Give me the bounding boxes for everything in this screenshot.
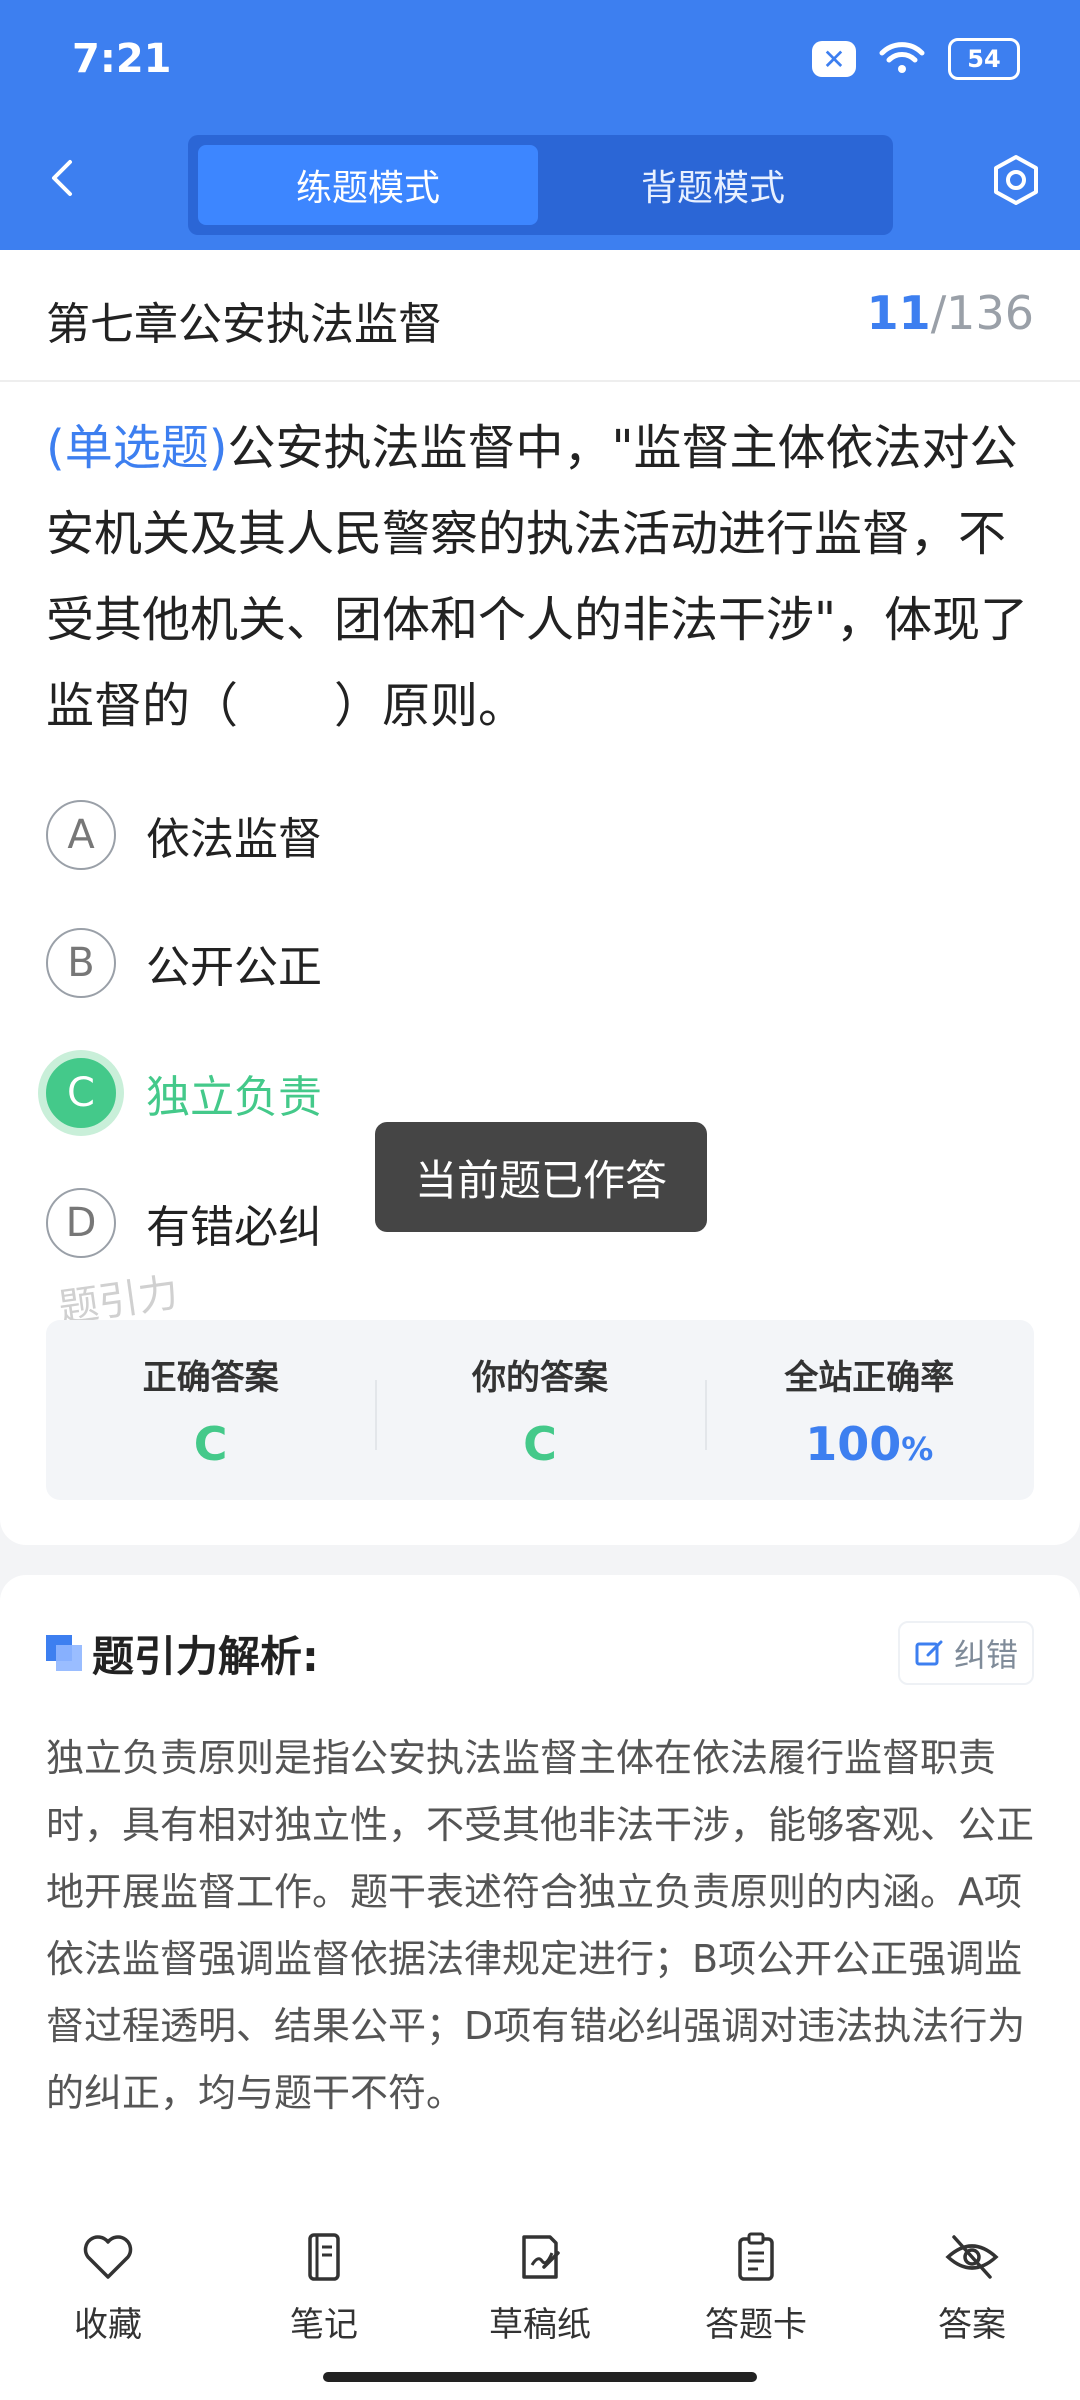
toast-message: 当前题已作答 (375, 1122, 707, 1232)
notebook-icon (308, 2233, 340, 2281)
total-questions: /136 (930, 286, 1034, 340)
option-d[interactable]: D 有错必纠 (46, 1188, 322, 1258)
notes-button[interactable]: 笔记 (216, 2195, 432, 2400)
battery-icon: 54 (948, 38, 1020, 80)
analysis-text: 独立负责原则是指公安执法监督主体在依法履行监督职责时，具有相对独立性，不受其他非… (46, 1736, 1035, 2115)
tab-memorize-mode[interactable]: 背题模式 (543, 145, 883, 225)
tab-practice-mode[interactable]: 练题模式 (198, 145, 538, 225)
draft-icon (522, 2235, 560, 2279)
question-progress: 11/136 (867, 286, 1034, 340)
toolbar-label: 草稿纸 (489, 2305, 591, 2345)
edit-icon (915, 1640, 943, 1666)
toolbar-label: 笔记 (290, 2305, 358, 2345)
stat-value: C (193, 1417, 228, 1471)
scratch-paper-button[interactable]: 草稿纸 (432, 2195, 648, 2400)
answer-stats: 正确答案 C 你的答案 C 全站正确率 100% (46, 1320, 1034, 1500)
option-text: 独立负责 (146, 1072, 322, 1123)
back-icon[interactable] (44, 158, 84, 198)
rate-number: 100 (805, 1417, 902, 1471)
bottom-toolbar: 收藏 笔记 草稿纸 答题卡 答案 (0, 2195, 1080, 2400)
stat-value: C (523, 1417, 557, 1471)
option-text: 有错必纠 (146, 1202, 322, 1253)
divider (0, 380, 1080, 382)
option-text: 公开公正 (146, 942, 322, 993)
favorite-button[interactable]: 收藏 (0, 2195, 216, 2400)
question-type: (单选题) (46, 420, 228, 476)
option-letter: D (46, 1188, 116, 1258)
stat-value: 100% (705, 1417, 1034, 1471)
answer-toggle-button[interactable]: 答案 (864, 2195, 1080, 2400)
report-error-button[interactable]: 纠错 (897, 1621, 1034, 1685)
rate-unit: % (901, 1430, 934, 1468)
option-letter: C (46, 1058, 116, 1128)
analysis-title: 题引力解析: (92, 1632, 319, 1681)
toolbar-label: 收藏 (74, 2305, 142, 2345)
question-card: 第七章公安执法监督 11/136 (单选题)公安执法监督中，"监督主体依法对公安… (0, 250, 1080, 1545)
option-c[interactable]: C 独立负责 (46, 1058, 322, 1128)
close-notification-icon: ✕ (812, 41, 856, 77)
toolbar-label: 答案 (938, 2305, 1006, 2345)
current-question-number: 11 (866, 286, 931, 340)
option-letter: A (46, 800, 116, 870)
wifi-icon (879, 42, 925, 73)
option-text: 依法监督 (146, 814, 322, 865)
status-time: 7:21 (72, 36, 172, 82)
stat-label: 你的答案 (471, 1358, 608, 1398)
heart-icon (83, 2235, 133, 2279)
option-b[interactable]: B 公开公正 (46, 928, 322, 998)
stat-accuracy-rate: 全站正确率 100% (704, 1320, 1034, 1500)
stat-correct-answer: 正确答案 C (46, 1320, 375, 1500)
battery-level: 54 (967, 45, 1001, 73)
status-icons: ✕ 54 (812, 38, 1020, 80)
question-stem: (单选题)公安执法监督中，"监督主体依法对公安机关及其人民警察的执法活动进行监督… (46, 405, 1036, 749)
stat-label: 全站正确率 (784, 1358, 955, 1398)
analysis-icon (46, 1635, 82, 1671)
stat-your-answer: 你的答案 C (375, 1320, 704, 1500)
answer-sheet-button[interactable]: 答题卡 (648, 2195, 864, 2400)
clipboard-icon (738, 2232, 774, 2281)
toolbar-label: 答题卡 (705, 2305, 807, 2345)
header: 7:21 ✕ 54 练题模式 背题模式 (0, 0, 1080, 250)
option-a[interactable]: A 依法监督 (46, 800, 322, 870)
mode-toggle: 练题模式 背题模式 (188, 135, 893, 235)
stat-label: 正确答案 (142, 1358, 279, 1398)
home-indicator[interactable] (323, 2372, 757, 2382)
settings-icon[interactable] (988, 152, 1044, 208)
eye-off-icon (945, 2235, 999, 2279)
analysis-card: 题引力解析: 纠错 独立负责原则是指公安执法监督主体在依法履行监督职责时，具有相… (0, 1575, 1080, 2195)
chapter-title: 第七章公安执法监督 (46, 299, 442, 350)
report-error-label: 纠错 (953, 1636, 1018, 1674)
option-letter: B (46, 928, 116, 998)
